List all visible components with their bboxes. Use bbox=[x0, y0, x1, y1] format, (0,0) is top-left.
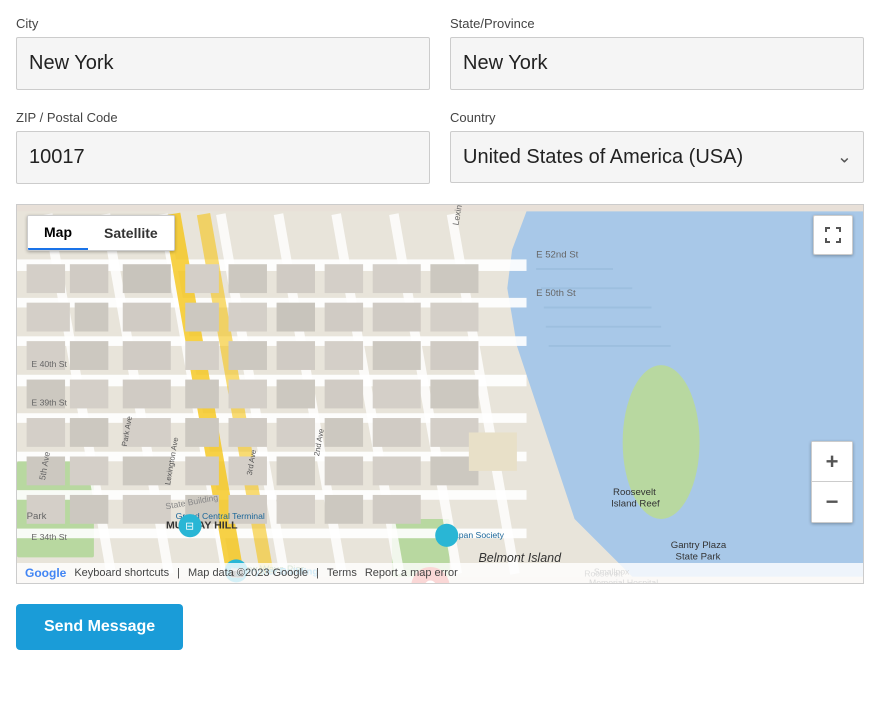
keyboard-shortcuts[interactable]: Keyboard shortcuts bbox=[74, 567, 169, 579]
svg-text:State Park: State Park bbox=[676, 551, 721, 562]
city-group: City bbox=[16, 16, 430, 90]
state-input[interactable] bbox=[450, 37, 864, 90]
svg-text:⊟: ⊟ bbox=[185, 521, 194, 533]
country-select[interactable]: United States of America (USA) Canada Un… bbox=[450, 131, 864, 183]
address-row-2: ZIP / Postal Code Country United States … bbox=[16, 110, 864, 184]
city-label: City bbox=[16, 16, 430, 31]
map-view-button[interactable]: Map bbox=[28, 216, 88, 250]
map-attribution: Google Keyboard shortcuts | Map data ©20… bbox=[17, 563, 863, 583]
country-label: Country bbox=[450, 110, 864, 125]
map-type-toggle: Map Satellite bbox=[27, 215, 175, 251]
zoom-in-button[interactable]: + bbox=[812, 442, 852, 482]
zip-input[interactable] bbox=[16, 131, 430, 184]
fullscreen-icon bbox=[824, 226, 842, 244]
zip-label: ZIP / Postal Code bbox=[16, 110, 430, 125]
map-container[interactable]: Map Satellite bbox=[16, 204, 864, 584]
map-svg: E 52nd St E 50th St E 40th St E 39th St … bbox=[17, 205, 863, 583]
city-input[interactable] bbox=[16, 37, 430, 90]
zip-group: ZIP / Postal Code bbox=[16, 110, 430, 184]
svg-text:E 52nd St: E 52nd St bbox=[536, 249, 579, 260]
svg-text:Gantry Plaza: Gantry Plaza bbox=[671, 540, 727, 551]
satellite-view-button[interactable]: Satellite bbox=[88, 216, 174, 250]
country-group: Country United States of America (USA) C… bbox=[450, 110, 864, 184]
google-logo: Google bbox=[25, 566, 66, 580]
terms-link[interactable]: Terms bbox=[327, 567, 357, 579]
svg-text:MURRAY HILL: MURRAY HILL bbox=[166, 520, 238, 532]
country-select-wrapper: United States of America (USA) Canada Un… bbox=[450, 131, 864, 183]
map-zoom-controls: + − bbox=[811, 441, 853, 523]
svg-text:E 34th St: E 34th St bbox=[31, 532, 67, 542]
svg-text:E 50th St: E 50th St bbox=[536, 288, 576, 299]
svg-text:E 40th St: E 40th St bbox=[31, 359, 67, 369]
svg-text:E 39th St: E 39th St bbox=[31, 398, 67, 408]
map-data-text: Map data ©2023 Google bbox=[188, 567, 308, 579]
fullscreen-button[interactable] bbox=[813, 215, 853, 255]
separator-1: | bbox=[177, 567, 180, 579]
state-label: State/Province bbox=[450, 16, 864, 31]
report-link[interactable]: Report a map error bbox=[365, 567, 458, 579]
separator-2: | bbox=[316, 567, 319, 579]
state-group: State/Province bbox=[450, 16, 864, 90]
svg-text:Roosevelt: Roosevelt bbox=[613, 487, 656, 498]
footer-actions: Send Message bbox=[16, 604, 864, 650]
svg-text:Island Reef: Island Reef bbox=[611, 498, 660, 509]
address-row-1: City State/Province bbox=[16, 16, 864, 90]
svg-text:Park: Park bbox=[27, 511, 47, 522]
zoom-out-button[interactable]: − bbox=[812, 482, 852, 522]
send-message-button[interactable]: Send Message bbox=[16, 604, 183, 650]
